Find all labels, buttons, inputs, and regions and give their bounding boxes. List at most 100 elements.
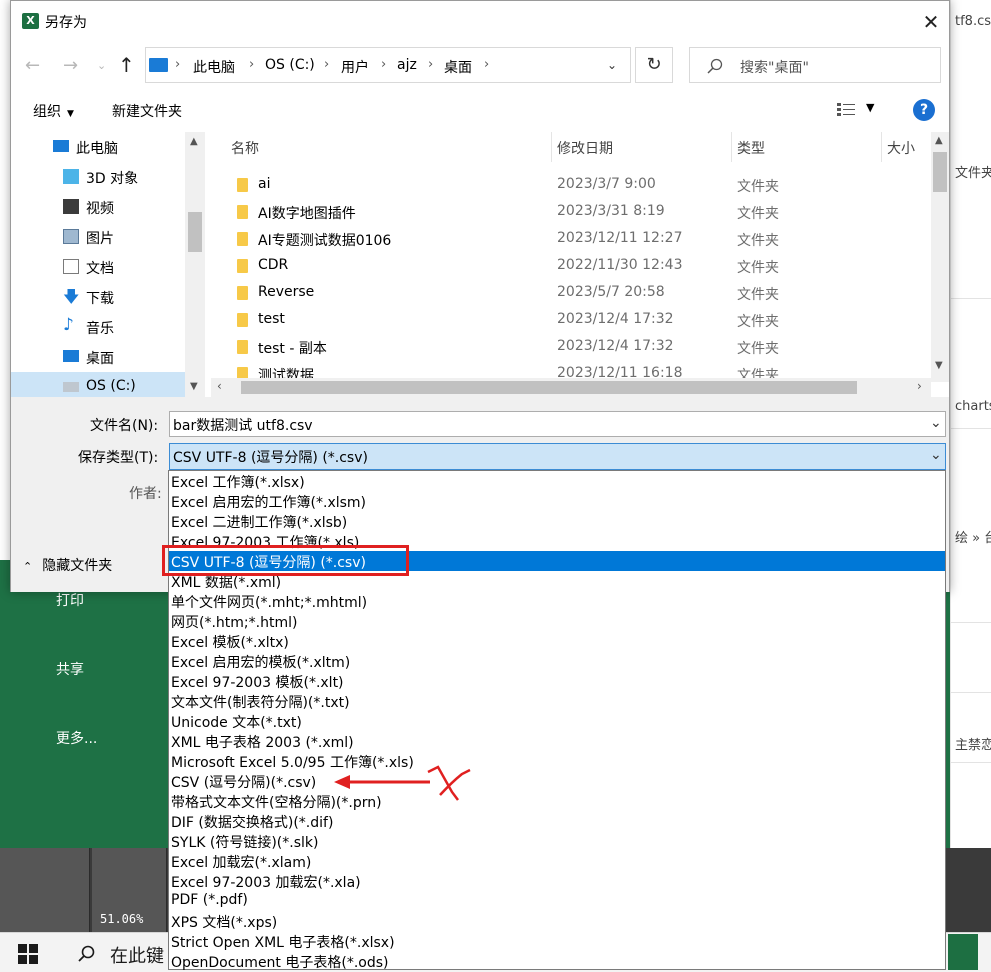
scroll-left-icon[interactable]: ‹ (217, 379, 222, 393)
refresh-icon[interactable]: ↻ (635, 47, 673, 83)
column-header-type[interactable]: 类型 (737, 138, 765, 158)
file-list-horizontal-scrollbar[interactable]: ‹ › (211, 378, 931, 397)
tree-item-music[interactable]: ♪ 音乐 (11, 312, 185, 342)
dropdown-option[interactable]: Microsoft Excel 5.0/95 工作簿(*.xls) (169, 751, 945, 771)
dropdown-option[interactable]: Excel 二进制工作簿(*.xlsb) (169, 511, 945, 531)
breadcrumb-this-pc[interactable]: 此电脑 (193, 57, 235, 77)
tree-item-videos[interactable]: 视频 (11, 192, 185, 222)
scroll-up-icon[interactable]: ▲ (935, 135, 943, 146)
chevron-down-icon[interactable]: ⌄ (607, 58, 617, 72)
tree-item-pictures[interactable]: 图片 (11, 222, 185, 252)
address-bar[interactable]: › 此电脑 › OS (C:) › 用户 › ajz › 桌面 › ⌄ (145, 47, 631, 83)
dropdown-option[interactable]: 带格式文本文件(空格分隔)(*.prn) (169, 791, 945, 811)
breadcrumb-separator[interactable]: › (428, 57, 433, 72)
bg-fragment: tf8.cs (955, 14, 991, 29)
hide-folders-toggle[interactable]: ⌃ 隐藏文件夹 (23, 555, 112, 575)
chevron-down-icon[interactable]: ⌄ (930, 447, 942, 463)
file-row[interactable]: CDR 2022/11/30 12:43 文件夹 (211, 253, 931, 280)
dropdown-option[interactable]: PDF (*.pdf) (169, 891, 945, 911)
dropdown-option[interactable]: CSV (逗号分隔)(*.csv) (169, 771, 945, 791)
dropdown-option[interactable]: OpenDocument 电子表格(*.ods) (169, 951, 945, 971)
organize-button[interactable]: 组织 ▼ (33, 101, 74, 121)
scroll-down-icon[interactable]: ▼ (190, 381, 198, 392)
scroll-thumb[interactable] (933, 152, 947, 192)
taskbar-search-icon[interactable] (78, 945, 95, 962)
column-header-name[interactable]: 名称 (231, 138, 259, 158)
chevron-down-icon[interactable]: ⌄ (930, 415, 942, 431)
close-icon[interactable]: ✕ (911, 7, 951, 37)
column-header-size[interactable]: 大小 (887, 138, 915, 158)
dropdown-option[interactable]: 单个文件网页(*.mht;*.mhtml) (169, 591, 945, 611)
dropdown-option[interactable]: XPS 文档(*.xps) (169, 911, 945, 931)
dropdown-option[interactable]: Excel 模板(*.xltx) (169, 631, 945, 651)
dropdown-option[interactable]: Excel 工作簿(*.xlsx) (169, 471, 945, 491)
breadcrumb-separator[interactable]: › (324, 57, 329, 72)
breadcrumb-separator[interactable]: › (381, 57, 386, 72)
dropdown-option[interactable]: SYLK (符号链接)(*.slk) (169, 831, 945, 851)
file-row[interactable]: ai 2023/3/7 9:00 文件夹 (211, 172, 931, 199)
scroll-thumb[interactable] (188, 212, 202, 252)
tree-item-3d-objects[interactable]: 3D 对象 (11, 162, 185, 192)
dropdown-option[interactable]: Excel 启用宏的模板(*.xltm) (169, 651, 945, 671)
filename-input[interactable]: bar数据测试 utf8.csv ⌄ (169, 411, 946, 437)
new-folder-button[interactable]: 新建文件夹 (112, 101, 182, 121)
breadcrumb-ajz[interactable]: ajz (397, 57, 417, 73)
backstage-more[interactable]: 更多... (56, 728, 97, 748)
dropdown-option[interactable]: Strict Open XML 电子表格(*.xlsx) (169, 931, 945, 951)
column-divider[interactable] (881, 132, 882, 162)
breadcrumb-separator[interactable]: › (249, 57, 254, 72)
view-dropdown-icon[interactable]: ▼ (866, 101, 874, 114)
dialog-titlebar[interactable]: X 另存为 ✕ (11, 1, 949, 41)
tree-scrollbar[interactable]: ▲ ▼ (185, 132, 205, 397)
file-type: 文件夹 (737, 287, 779, 303)
back-arrow-icon[interactable]: ← (25, 55, 40, 76)
forward-arrow-icon[interactable]: → (63, 55, 78, 76)
scroll-thumb[interactable] (241, 381, 857, 394)
taskbar-excel-icon[interactable] (948, 934, 978, 970)
view-options-icon[interactable] (837, 103, 855, 117)
help-icon[interactable]: ? (913, 99, 935, 121)
breadcrumb-separator[interactable]: › (484, 57, 489, 72)
dropdown-option[interactable]: Unicode 文本(*.txt) (169, 711, 945, 731)
recent-locations-icon[interactable]: ⌄ (97, 59, 106, 72)
dropdown-option[interactable]: Excel 97-2003 模板(*.xlt) (169, 671, 945, 691)
tree-item-this-pc[interactable]: 此电脑 (11, 132, 185, 162)
breadcrumb-separator[interactable]: › (175, 57, 180, 72)
breadcrumb-desktop[interactable]: 桌面 (444, 57, 472, 77)
file-row[interactable]: AI数字地图插件 2023/3/31 8:19 文件夹 (211, 199, 931, 226)
tree-item-os-c[interactable]: OS (C:) (11, 372, 185, 397)
column-header-modified[interactable]: 修改日期 (557, 138, 613, 158)
scroll-down-icon[interactable]: ▼ (935, 360, 943, 371)
column-divider[interactable] (551, 132, 552, 162)
dropdown-option[interactable]: 网页(*.htm;*.html) (169, 611, 945, 631)
backstage-share[interactable]: 共享 (56, 659, 84, 679)
breadcrumb-users[interactable]: 用户 (341, 57, 369, 77)
dropdown-option[interactable]: 文本文件(制表符分隔)(*.txt) (169, 691, 945, 711)
file-list-vertical-scrollbar[interactable]: ▲ ▼ (931, 132, 949, 382)
tree-item-downloads[interactable]: 🡇 下载 (11, 282, 185, 312)
scroll-right-icon[interactable]: › (917, 379, 922, 393)
file-modified: 2023/12/4 17:32 (557, 311, 674, 327)
file-modified: 2022/11/30 12:43 (557, 257, 683, 273)
search-input[interactable]: 搜索"桌面" (689, 47, 941, 83)
computer-icon (53, 140, 69, 152)
savetype-select[interactable]: CSV UTF-8 (逗号分隔) (*.csv) ⌄ (169, 443, 946, 470)
dropdown-option[interactable]: DIF (数据交换格式)(*.dif) (169, 811, 945, 831)
dropdown-option[interactable]: Excel 启用宏的工作簿(*.xlsm) (169, 491, 945, 511)
taskbar-search-text[interactable]: 在此键 (110, 942, 164, 968)
tree-item-desktop[interactable]: 桌面 (11, 342, 185, 372)
backstage-print[interactable]: 打印 (56, 590, 84, 610)
file-row[interactable]: Reverse 2023/5/7 20:58 文件夹 (211, 280, 931, 307)
dropdown-option[interactable]: XML 电子表格 2003 (*.xml) (169, 731, 945, 751)
column-divider[interactable] (731, 132, 732, 162)
up-arrow-icon[interactable]: ↑ (118, 53, 135, 77)
breadcrumb-os-c[interactable]: OS (C:) (265, 57, 315, 73)
tree-item-documents[interactable]: 文档 (11, 252, 185, 282)
windows-start-icon[interactable] (18, 944, 38, 964)
file-row[interactable]: test - 副本 2023/12/4 17:32 文件夹 (211, 334, 931, 361)
file-row[interactable]: AI专题测试数据0106 2023/12/11 12:27 文件夹 (211, 226, 931, 253)
file-row[interactable]: test 2023/12/4 17:32 文件夹 (211, 307, 931, 334)
dropdown-option[interactable]: Excel 加载宏(*.xlam) (169, 851, 945, 871)
scroll-up-icon[interactable]: ▲ (190, 136, 198, 147)
dropdown-option[interactable]: Excel 97-2003 加载宏(*.xla) (169, 871, 945, 891)
